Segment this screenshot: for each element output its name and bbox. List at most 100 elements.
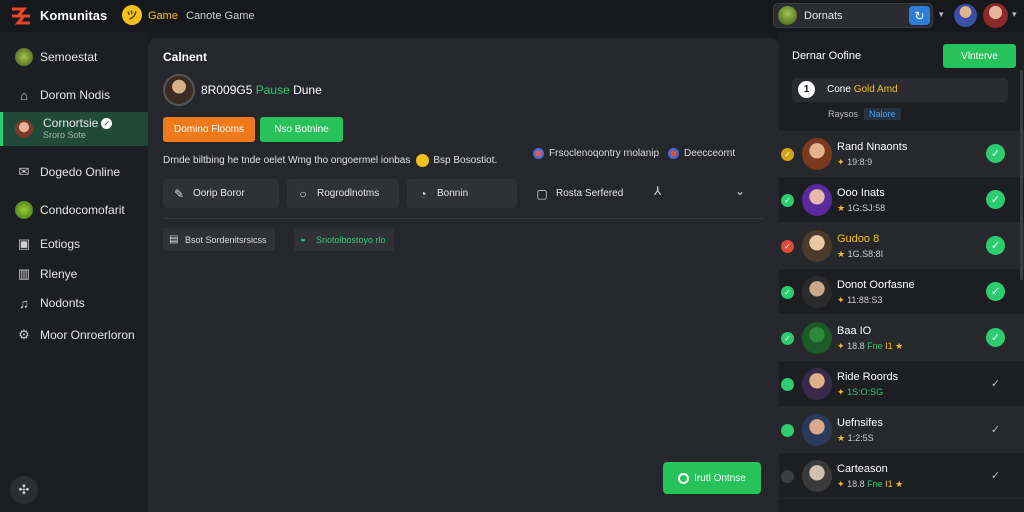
check-icon[interactable]: ✓: [986, 420, 1005, 439]
user-id: 8R009G5 Pause Dune: [201, 83, 322, 97]
filter-pill[interactable]: ✎ Oorip Boror: [163, 179, 279, 208]
list-item[interactable]: ✓ Ooo Inats ★ 1G:SJ:58 ✓: [779, 177, 1024, 223]
chevron-down-icon[interactable]: ⌄: [735, 184, 745, 198]
filter-pill[interactable]: ○ Rogrodlnotms: [287, 179, 399, 208]
star-icon: ★: [895, 341, 904, 351]
friend-meta: ✦ 19:8:9: [837, 157, 873, 167]
list-item[interactable]: Ride Roords ✦ 1S:O:SG ✓: [779, 361, 1024, 407]
avatar[interactable]: [802, 414, 832, 446]
avatar[interactable]: [802, 322, 832, 354]
chart-icon: ▥: [17, 266, 31, 281]
friends-list: ✓ Rand Nnaonts ✦ 19:8:9 ✓ ✓ Ooo Inats ★ 1G:SJ:…: [779, 131, 1024, 499]
chevron-down-icon[interactable]: ▾: [1012, 9, 1017, 20]
main-panel: Calnent 8R009G5 Pause Dune Domino Flooms…: [148, 38, 779, 512]
sidebar-item-dogedo-online[interactable]: ✉ Dogedo Online: [0, 156, 148, 188]
avatar[interactable]: [802, 368, 832, 400]
sidebar-item-moor-onroerloron[interactable]: ⚙ Moor Onroerloron: [0, 319, 148, 351]
domino-flooms-button[interactable]: Domino Flooms: [163, 117, 255, 142]
star-icon: ✦: [837, 157, 845, 167]
check-icon[interactable]: ✓: [986, 328, 1005, 347]
edit-icon: ✎: [173, 186, 185, 201]
check-icon[interactable]: ✓: [986, 466, 1005, 485]
submit-button[interactable]: Irutl Ontnse: [663, 462, 761, 494]
list-item[interactable]: ✓ Gudoo 8 ★ 1G.S8:8I ✓: [779, 223, 1024, 269]
tag-link[interactable]: Deecceornt: [668, 148, 735, 159]
settings-icon: ⚙: [18, 327, 30, 342]
status-icon: ✓: [781, 148, 794, 161]
profile-avatar[interactable]: [954, 4, 977, 27]
chip[interactable]: ◒ Snotolbostoyo rlo: [294, 228, 394, 251]
chip[interactable]: ▤ Bsot Sordenitsrsicss: [163, 228, 275, 251]
check-icon[interactable]: ✓: [986, 282, 1005, 301]
check-icon[interactable]: ✓: [986, 374, 1005, 393]
avatar[interactable]: [802, 230, 832, 262]
sidebar-item-label: Semoestat: [40, 50, 98, 64]
sidebar-item-semoestat[interactable]: Semoestat: [0, 41, 148, 73]
sidebar-item-condocomofarit[interactable]: Condocomofarit: [0, 194, 148, 226]
star-icon: ★: [837, 249, 846, 259]
tag-link[interactable]: Frsoclenoqontry rnolanip: [533, 148, 659, 159]
check-icon[interactable]: ✓: [986, 236, 1005, 255]
status-icon: [781, 378, 794, 391]
sidebar-item-label: Rlenye: [40, 267, 78, 281]
avatar[interactable]: [802, 184, 832, 216]
nav-link-game[interactable]: Game: [148, 10, 178, 22]
friend-meta: ★ 1:2:5S: [837, 433, 874, 443]
list-icon: ▤: [169, 234, 179, 245]
nav-link-canote-game[interactable]: Canote Game: [186, 10, 254, 22]
description-text: Drnde biltbing he tnde oelet Wmg tho ong…: [163, 154, 498, 167]
friend-name: Rand Nnaonts: [837, 141, 908, 153]
sidebar-item-cornortsie[interactable]: Cornortsie ✓ Sroro Sote: [0, 112, 148, 146]
avatar[interactable]: [802, 460, 832, 492]
sidebar-item-dorom-nodis[interactable]: ⌂ Dorom Nodis: [0, 79, 148, 111]
filter-pill[interactable]: ▢ Rosta Serfered: [526, 179, 636, 208]
friends-panel: Dernar Oofine Vlnterve 1 Cone Gold Amd R…: [779, 32, 1024, 512]
list-item[interactable]: Uefnsifes ★ 1:2:5S ✓: [779, 407, 1024, 453]
list-item[interactable]: ✓ Rand Nnaonts ✦ 19:8:9 ✓: [779, 131, 1024, 177]
scrollbar[interactable]: [1020, 70, 1023, 280]
brand-logo-icon[interactable]: [10, 6, 32, 26]
compass-icon: ◔: [419, 186, 427, 201]
sidebar-item-rlenye[interactable]: ▥ Rlenye: [0, 258, 148, 290]
user-avatar: [778, 6, 797, 25]
friend-name: Donot Oorfasne: [837, 279, 915, 291]
list-item[interactable]: ✓ Donot Oorfasne ✦ 11:88:S3 ✓: [779, 269, 1024, 315]
status-badge[interactable]: Nalore: [864, 108, 901, 120]
avatar[interactable]: [802, 276, 832, 308]
status-icon: [781, 424, 794, 437]
home-icon: ⌂: [20, 87, 28, 103]
coin-icon[interactable]: ツ: [122, 5, 142, 25]
avatar[interactable]: [163, 74, 195, 106]
filter-pill[interactable]: ◔ Bonnin: [407, 179, 517, 208]
friend-meta: ✦ 1S:O:SG: [837, 387, 884, 397]
tag-icon: ▣: [17, 236, 31, 251]
sidebar-item-eotiogs[interactable]: ▣ Eotiogs: [0, 228, 148, 260]
avatar[interactable]: [802, 138, 832, 170]
list-item[interactable]: Carteason ✦ 18.8 Fne I1 ★ ✓: [779, 453, 1024, 499]
star-icon: ★: [837, 203, 846, 213]
friend-meta: ✦ 18.8 Fne I1 ★: [837, 341, 904, 351]
sort-icon[interactable]: ⅄: [654, 184, 661, 198]
nso-botnine-button[interactable]: Nso Botnine: [260, 117, 343, 142]
circle-icon: [678, 472, 690, 484]
sidebar-item-nodonts[interactable]: ♫ Nodonts: [0, 287, 148, 319]
status-bar[interactable]: 1 Cone Gold Amd: [792, 78, 1008, 102]
view-button[interactable]: Vlnterve: [943, 44, 1016, 68]
expand-icon[interactable]: ✣: [10, 476, 38, 504]
brand-name[interactable]: Komunitas: [40, 8, 107, 23]
friend-name: Gudoo 8: [837, 233, 880, 245]
list-item[interactable]: ✓ Baa IO ✦ 18.8 Fne I1 ★ ✓: [779, 315, 1024, 361]
check-icon[interactable]: ✓: [986, 144, 1005, 163]
account-avatar[interactable]: [983, 3, 1008, 28]
profile-icon: [15, 120, 33, 138]
sidebar: Semoestat ⌂ Dorom Nodis Cornortsie ✓ Sror…: [0, 32, 148, 512]
star-icon: ✦: [837, 387, 845, 397]
check-icon[interactable]: ✓: [986, 190, 1005, 209]
user-tag: Pause: [255, 83, 290, 97]
status-icon: ✓: [781, 332, 794, 345]
star-icon: ✦: [837, 295, 845, 305]
user-switcher[interactable]: Dornats ↻: [773, 3, 933, 28]
circle-icon: ○: [299, 186, 307, 201]
chevron-down-icon[interactable]: ▾: [939, 9, 944, 20]
refresh-icon[interactable]: ↻: [909, 6, 930, 25]
